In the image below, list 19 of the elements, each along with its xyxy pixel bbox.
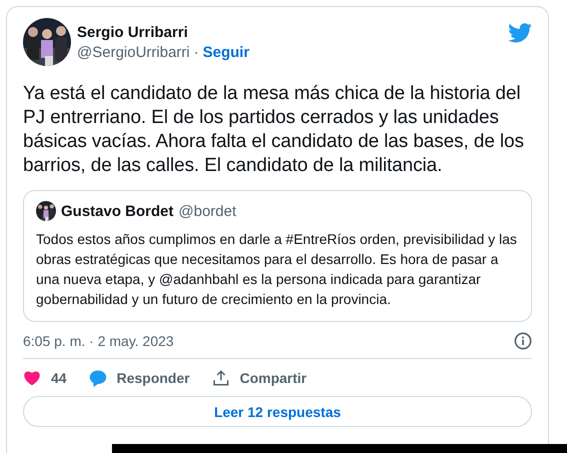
follow-link[interactable]: Seguir: [202, 44, 250, 61]
like-button[interactable]: 44: [23, 369, 67, 387]
author-name[interactable]: Sergio Urribarri: [77, 24, 250, 41]
separator: ·: [194, 44, 199, 61]
bird-icon[interactable]: [508, 23, 532, 43]
author-handle[interactable]: @SergioUrribarri: [77, 44, 190, 61]
quoted-text: Todos estos años cumplimos en darle a #EntreRíos orden, previsibilidad y las obras estratégicas que necesitamos para el desarrollo. Es hora de pasar a una nueva etapa, y @adanhbahl es la persona indicada para garantizar gobernabilidad y un futuro de crecimiento en la provincia.: [36, 230, 518, 309]
heart-icon: [23, 370, 41, 386]
quoted-author-handle: @bordet: [178, 202, 236, 220]
share-icon: [212, 369, 230, 387]
info-icon[interactable]: [514, 332, 532, 350]
timestamp[interactable]: 6:05 p. m. · 2 may. 2023: [23, 333, 174, 349]
reply-button[interactable]: Responder: [88, 369, 190, 387]
speech-bubble-icon: [88, 369, 107, 387]
read-replies-button[interactable]: Leer 12 respuestas: [23, 396, 532, 427]
quoted-tweet[interactable]: [23, 190, 532, 322]
quoted-author-name: Gustavo Bordet: [61, 202, 174, 220]
share-button[interactable]: Compartir: [212, 369, 307, 387]
tweet-text: Ya está el candidato de la mesa más chica de la historia del PJ entrerriano. El de los partidos cerrados y las unidades básicas vacías. Ahora falta el candidato de las bases, de los barrios, de las calles. El candidato de la militancia.: [23, 82, 525, 178]
